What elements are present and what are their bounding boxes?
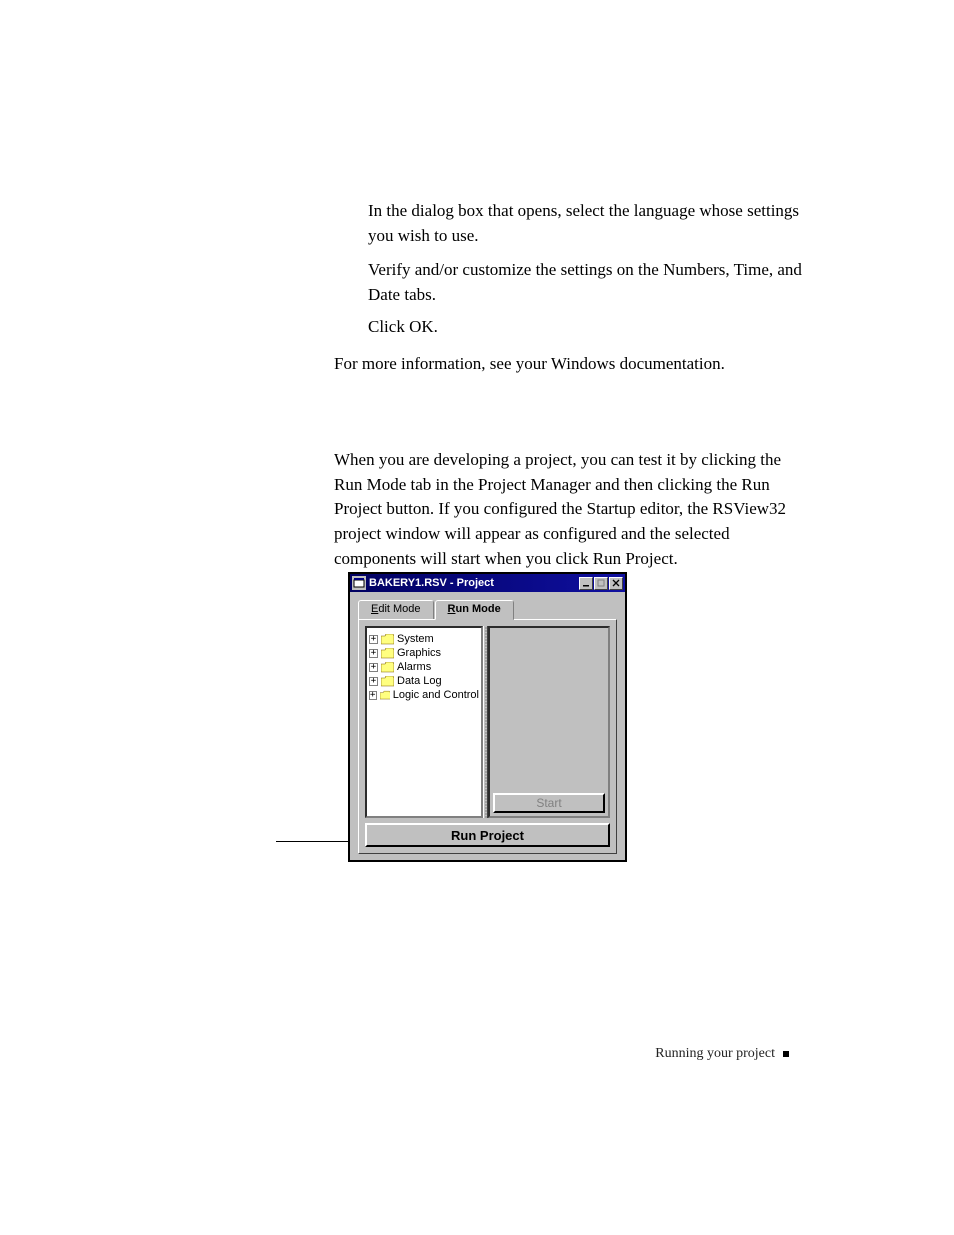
tree-item-graphics[interactable]: + Graphics [369, 646, 479, 660]
bullet-icon [783, 1051, 789, 1057]
start-button[interactable]: Start [493, 793, 605, 813]
callout-line [276, 841, 348, 842]
minimize-button[interactable] [579, 577, 593, 590]
paragraph: In the dialog box that opens, select the… [368, 199, 808, 248]
project-manager-window: BAKERY1.RSV - Project Edit Mode Run Mode… [348, 572, 627, 862]
tab-run-mode[interactable]: Run Mode [435, 600, 514, 620]
tree-item-logic-and-control[interactable]: + Logic and Control [369, 688, 479, 702]
callout-tick [348, 837, 349, 846]
folder-icon [381, 676, 394, 687]
tree-item-alarms[interactable]: + Alarms [369, 660, 479, 674]
maximize-button[interactable] [594, 577, 608, 590]
tree-item-label: Alarms [397, 661, 431, 673]
tree-item-label: Graphics [397, 647, 441, 659]
page-footer: Running your project [655, 1046, 789, 1062]
folder-icon [381, 648, 394, 659]
titlebar[interactable]: BAKERY1.RSV - Project [350, 574, 625, 592]
expand-icon[interactable]: + [369, 691, 377, 700]
tree-item-data-log[interactable]: + Data Log [369, 674, 479, 688]
window-title: BAKERY1.RSV - Project [369, 577, 579, 589]
paragraph: When you are developing a project, you c… [334, 448, 809, 571]
app-icon [352, 576, 366, 590]
tree-item-label: Data Log [397, 675, 442, 687]
folder-icon [381, 662, 394, 673]
close-button[interactable] [609, 577, 623, 590]
paragraph: For more information, see your Windows d… [334, 352, 804, 377]
tree-item-label: Logic and Control [393, 689, 479, 701]
folder-icon [381, 634, 394, 645]
tree-item-label: System [397, 633, 434, 645]
paragraph: Click OK. [368, 315, 808, 340]
project-tree[interactable]: + System + Graphics + Alarms [365, 626, 483, 818]
tab-edit-mode[interactable]: Edit Mode [358, 600, 434, 620]
expand-icon[interactable]: + [369, 649, 378, 658]
tree-item-system[interactable]: + System [369, 632, 479, 646]
paragraph: Verify and/or customize the settings on … [368, 258, 808, 307]
expand-icon[interactable]: + [369, 635, 378, 644]
folder-icon [380, 690, 390, 701]
expand-icon[interactable]: + [369, 663, 378, 672]
expand-icon[interactable]: + [369, 677, 378, 686]
mode-tabs: Edit Mode Run Mode [358, 600, 617, 620]
run-project-button[interactable]: Run Project [365, 823, 610, 847]
footer-text: Running your project [655, 1046, 775, 1062]
detail-pane: Start [488, 626, 610, 818]
